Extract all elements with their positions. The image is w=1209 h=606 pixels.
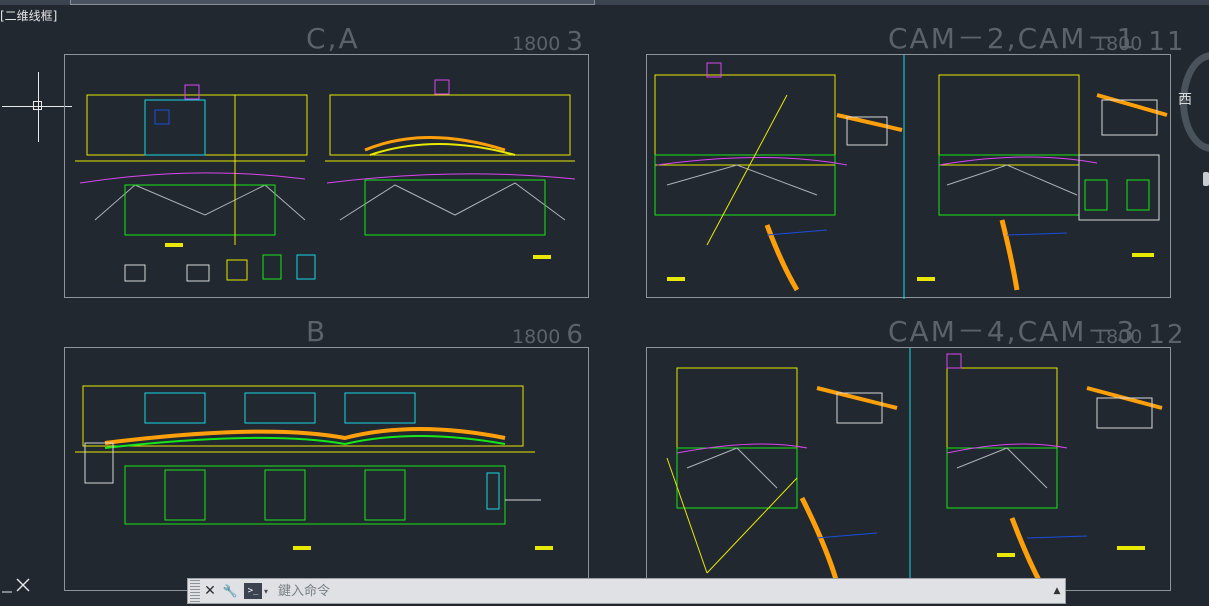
drawing-sheet-cam-2-cam-1[interactable] bbox=[646, 54, 1171, 299]
sheet-scale: 1800 11 bbox=[1094, 27, 1186, 57]
viewport-visual-style-label[interactable]: [二维线框] bbox=[0, 8, 57, 24]
sheet-scale: 1800 12 bbox=[1094, 320, 1186, 350]
sheet-title: B bbox=[306, 315, 328, 348]
drawing-sheet-ca[interactable] bbox=[64, 54, 589, 298]
navigation-bar-handle[interactable] bbox=[1203, 172, 1209, 186]
drawing-sheet-b[interactable] bbox=[64, 347, 589, 591]
cad-drawing-cam-4-cam-3 bbox=[666, 348, 1163, 592]
sheet-scale: 1800 6 bbox=[512, 320, 585, 350]
command-line[interactable]: ✕ 🔧 >_ ▾ ▲ bbox=[187, 578, 1066, 604]
command-input[interactable] bbox=[272, 581, 1049, 601]
top-toolbar-strip bbox=[0, 0, 1209, 5]
wrench-icon[interactable]: 🔧 bbox=[220, 580, 240, 602]
layout-tab-strip[interactable] bbox=[70, 0, 595, 5]
ucs-icon bbox=[2, 578, 30, 593]
viewcube-direction-label[interactable]: 西 bbox=[1178, 89, 1192, 109]
cad-drawing-b bbox=[75, 385, 553, 550]
command-history-up-icon[interactable]: ▲ bbox=[1049, 586, 1065, 596]
cad-drawing-ca bbox=[75, 79, 576, 282]
cad-drawing-cam-2-cam-1 bbox=[654, 55, 1168, 299]
command-line-grip-handle[interactable] bbox=[190, 580, 200, 602]
drawing-sheet-cam-4-cam-3[interactable] bbox=[646, 347, 1171, 592]
sheet-title: C,A bbox=[306, 22, 360, 55]
chevron-down-icon[interactable]: ▾ bbox=[264, 587, 268, 596]
sheet-scale: 1800 3 bbox=[512, 27, 585, 57]
close-icon[interactable]: ✕ bbox=[200, 580, 220, 602]
command-prompt-icon[interactable]: >_ bbox=[244, 583, 262, 599]
